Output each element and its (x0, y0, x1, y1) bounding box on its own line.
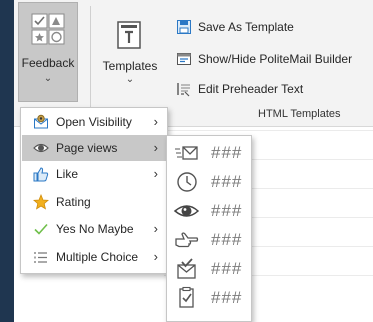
html-templates-group-label: HTML Templates (258, 108, 341, 120)
save-template-icon (177, 20, 191, 34)
save-as-template-button[interactable]: Save As Template (176, 16, 294, 38)
chevron-right-icon: › (153, 221, 158, 236)
submenu-item-eye[interactable]: ### (173, 197, 249, 225)
menu-item-yes-no-maybe[interactable]: Yes No Maybe › (22, 216, 166, 242)
menu-item-label: Open Visibility (56, 115, 132, 129)
chevron-right-icon: › (153, 114, 158, 129)
menu-item-rating[interactable]: Rating (22, 189, 166, 215)
open-visibility-icon (34, 114, 48, 129)
chevron-down-icon: ⌄ (43, 73, 53, 84)
menu-item-open-visibility[interactable]: Open Visibility › (22, 109, 166, 135)
save-as-template-label: Save As Template (198, 20, 294, 34)
submenu-item-clipboard-check[interactable]: ### (173, 284, 249, 312)
list-icon (34, 252, 47, 263)
star-icon (33, 194, 49, 210)
chevron-right-icon: › (153, 140, 158, 155)
thumbs-up-icon (33, 167, 49, 182)
menu-item-multiple-choice[interactable]: Multiple Choice › (22, 244, 166, 270)
show-hide-builder-label: Show/Hide PoliteMail Builder (198, 52, 353, 66)
submenu-item-label: ### (211, 288, 243, 307)
show-hide-builder-button[interactable]: Show/Hide PoliteMail Builder (176, 48, 352, 70)
templates-label: Templates (102, 59, 158, 73)
menu-item-like[interactable]: Like › (22, 161, 166, 187)
menu-item-label: Multiple Choice (56, 250, 139, 264)
feedback-icon (31, 13, 65, 45)
edit-preheader-button[interactable]: Edit Preheader Text (176, 78, 303, 100)
submenu-item-label: ### (211, 143, 243, 162)
submenu-item-label: ### (211, 259, 243, 278)
templates-button[interactable]: Templates ⌄ (100, 14, 160, 94)
submenu-item-label: ### (211, 172, 243, 191)
feedback-menu: Open Visibility › Page views › Like › Ra… (20, 107, 168, 274)
preheader-icon (177, 83, 190, 97)
clipboard-check-icon (179, 286, 194, 308)
envelope-check-icon (177, 258, 196, 279)
menu-item-label: Rating (56, 195, 91, 209)
submenu-item-envelope-check[interactable]: ### (173, 255, 249, 283)
submenu-item-label: ### (211, 201, 243, 220)
edit-preheader-label: Edit Preheader Text (198, 82, 304, 96)
clock-icon (177, 172, 197, 192)
submenu-item-pointing-hand[interactable]: ### (173, 226, 249, 254)
submenu-item-envelope[interactable]: ### (173, 139, 249, 167)
eye-icon (173, 205, 199, 217)
chevron-down-icon: ⌄ (125, 74, 135, 85)
menu-item-label: Like (56, 167, 79, 181)
pointing-hand-icon (175, 232, 199, 248)
menu-item-label: Page views (56, 141, 118, 155)
page-views-submenu: ### ### ### ### ### ### (166, 135, 252, 322)
feedback-label: Feedback (21, 56, 75, 70)
chevron-right-icon: › (153, 249, 158, 264)
submenu-item-clock[interactable]: ### (173, 168, 249, 196)
menu-item-label: Yes No Maybe (56, 222, 134, 236)
checkmark-icon (34, 223, 48, 235)
eye-icon (33, 143, 49, 153)
chevron-right-icon: › (153, 166, 158, 181)
feedback-button[interactable]: Feedback ⌄ (18, 2, 78, 102)
envelope-icon (175, 146, 198, 160)
ribbon-separator (90, 6, 91, 118)
menu-item-page-views[interactable]: Page views › (22, 135, 166, 161)
builder-icon (177, 53, 191, 65)
submenu-item-label: ### (211, 230, 243, 249)
template-icon (117, 21, 141, 49)
